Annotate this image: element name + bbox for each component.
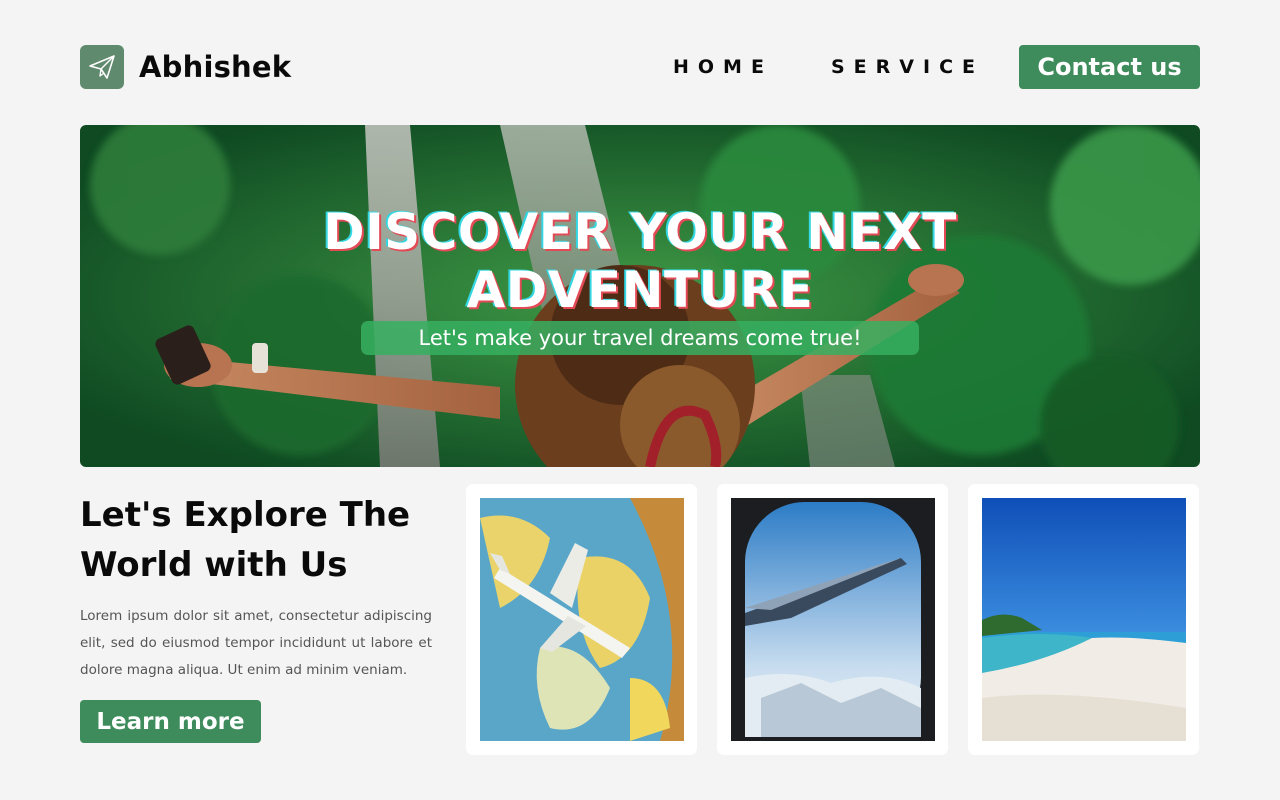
photo-card-window[interactable] [717,484,948,755]
photo-card-globe[interactable] [466,484,697,755]
airplane-window-image [731,498,935,741]
section-description: Lorem ipsum dolor sit amet, consectetur … [80,608,432,678]
site-header: Abhishek HOME SERVICE Contact us [80,45,1200,89]
section-title-line2: World with Us [80,545,348,585]
section-title-line1: Let's Explore The [80,495,411,535]
contact-us-button[interactable]: Contact us [1019,45,1200,89]
nav-link-home[interactable]: HOME [673,56,773,78]
logo[interactable]: Abhishek [80,45,291,89]
learn-more-button[interactable]: Learn more [80,700,261,743]
photo-card-beach[interactable] [968,484,1199,755]
hero-banner: DISCOVER YOUR NEXT ADVENTURE Let's make … [80,125,1200,467]
hero-title: DISCOVER YOUR NEXT ADVENTURE [80,203,1200,319]
section-title: Let's Explore The World with Us [80,490,440,590]
hero-subtitle: Let's make your travel dreams come true! [361,321,919,355]
beach-image [982,498,1186,741]
paper-plane-icon [80,45,124,89]
globe-airplane-image [480,498,684,741]
hero-title-line1: DISCOVER YOUR NEXT [323,203,957,261]
brand-name: Abhishek [139,50,292,84]
nav-link-service[interactable]: SERVICE [831,56,984,78]
hero-title-line2: ADVENTURE [466,261,814,319]
